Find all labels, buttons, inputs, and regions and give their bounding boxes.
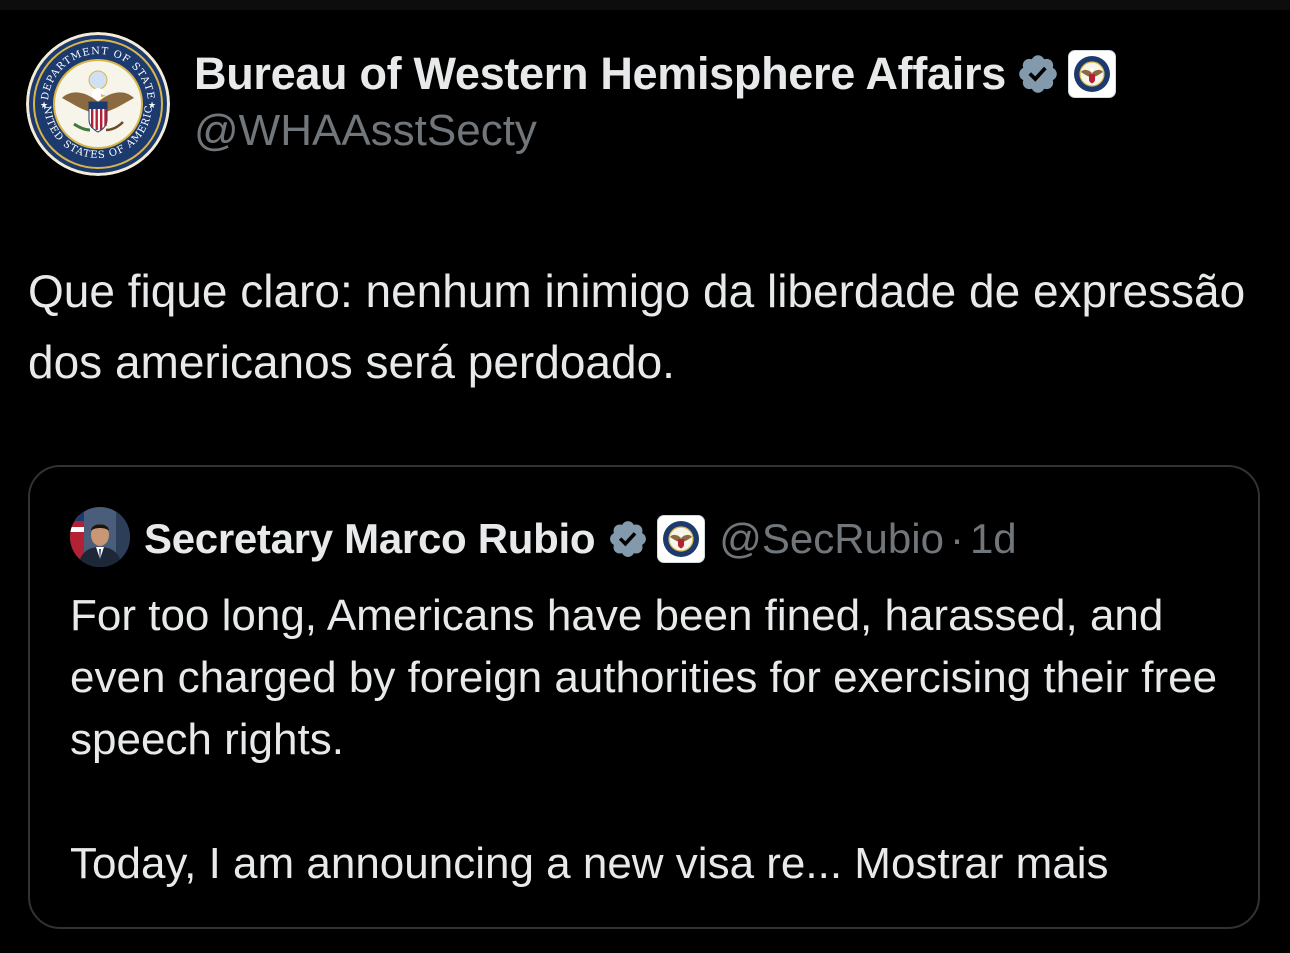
profile-photo-icon [70,507,130,567]
verified-badge-icon[interactable] [607,518,649,560]
tweet-text: Que fique claro: nenhum inimigo da liber… [28,265,1246,388]
quoted-tweet-paragraph-2: Today, I am announcing a new visa re... … [70,833,1240,895]
svg-text:★: ★ [40,101,48,111]
quoted-author-display-name[interactable]: Secretary Marco Rubio [144,515,596,563]
separator-dot: · [949,515,964,562]
state-department-seal-icon[interactable] [657,515,706,563]
state-department-seal-icon[interactable] [1067,50,1116,98]
author-handle[interactable]: @WHAAsstSecty [194,106,537,156]
quoted-tweet-header: Secretary Marco Rubio @SecRubio · 1d [144,511,1017,567]
author-display-name[interactable]: Bureau of Western Hemisphere Affairs [194,48,1006,100]
author-avatar[interactable]: DEPARTMENT OF STATE UNITED STATES OF AME… [26,32,170,176]
quoted-tweet-paragraph-1: For too long, Americans have been fined,… [70,591,1218,764]
quoted-tweet-card[interactable]: Secretary Marco Rubio @SecRubio · 1d For… [28,465,1260,929]
author-name-row: Bureau of Western Hemisphere Affairs [194,44,1116,104]
quoted-author-avatar[interactable] [70,507,130,567]
quoted-tweet-timestamp[interactable]: 1d [970,515,1017,563]
svg-text:★: ★ [148,101,156,111]
quoted-tweet-text: For too long, Americans have been fined,… [70,585,1240,895]
quoted-tweet-truncated-text: Today, I am announcing a new visa re... [70,839,843,888]
quoted-author-handle[interactable]: @SecRubio [719,515,944,563]
department-of-state-seal-icon: DEPARTMENT OF STATE UNITED STATES OF AME… [26,32,170,176]
verified-badge-icon[interactable] [1016,52,1060,96]
show-more-link[interactable]: Mostrar mais [854,839,1108,888]
top-edge-strip [0,0,1290,10]
